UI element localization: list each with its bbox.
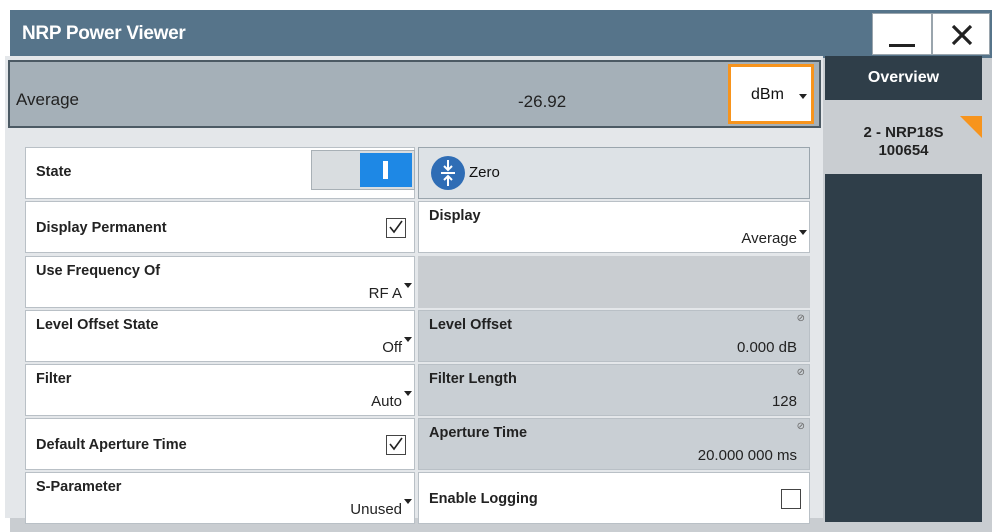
tab-overview[interactable]: Overview — [825, 56, 982, 100]
sidebar-divider — [825, 100, 982, 116]
level-offset-state-value: Off — [382, 339, 402, 356]
enable-logging-label: Enable Logging — [429, 491, 538, 507]
enable-logging-checkbox[interactable] — [781, 489, 801, 509]
unit-value: dBm — [751, 86, 784, 103]
chevron-down-icon — [404, 337, 412, 342]
state-row: State — [25, 147, 415, 199]
s-parameter-label: S-Parameter — [36, 479, 122, 495]
close-icon — [951, 24, 973, 46]
chevron-down-icon — [404, 499, 412, 504]
level-offset-label: Level Offset — [429, 317, 512, 333]
zero-icon — [431, 156, 465, 190]
level-offset-field: Level Offset ⊘ 0.000 dB — [418, 310, 810, 362]
state-label: State — [36, 164, 72, 180]
window-title: NRP Power Viewer — [22, 23, 186, 44]
measurement-value: -26.92 — [518, 92, 567, 111]
aperture-time-label: Aperture Time — [429, 425, 528, 441]
display-label: Display — [429, 208, 481, 224]
sensor-tab-serial: 100654 — [878, 142, 929, 159]
aperture-time-value: 20.000 000 ms — [697, 447, 797, 464]
chevron-down-icon — [404, 283, 412, 288]
empty-area — [418, 256, 810, 308]
toggle-on-icon — [383, 161, 388, 179]
display-permanent-row[interactable]: Display Permanent — [25, 201, 415, 253]
chevron-down-icon — [799, 230, 807, 235]
check-icon — [389, 437, 403, 451]
filter-dropdown[interactable]: Filter Auto — [25, 364, 415, 416]
state-toggle[interactable] — [311, 150, 415, 190]
read-only-icon: ⊘ — [796, 367, 805, 378]
zero-button[interactable]: Zero — [418, 147, 810, 199]
unit-dropdown[interactable]: dBm — [728, 64, 814, 124]
chevron-down-icon — [799, 94, 807, 99]
level-offset-state-label: Level Offset State — [36, 317, 159, 333]
display-permanent-checkbox[interactable] — [386, 218, 406, 238]
filter-length-field: Filter Length ⊘ 128 — [418, 364, 810, 416]
minimize-icon — [889, 44, 915, 47]
enable-logging-row[interactable]: Enable Logging — [418, 472, 810, 524]
sidebar: Overview 2 - NRP18S 100654 — [825, 56, 982, 522]
use-frequency-of-value: RF A — [368, 285, 402, 302]
measurement-label: Average — [16, 90, 80, 109]
sensor-tab-name: 2 - NRP18S — [863, 124, 944, 141]
default-aperture-time-label: Default Aperture Time — [36, 437, 187, 453]
tab-sensor[interactable]: 2 - NRP18S 100654 — [825, 116, 982, 174]
aperture-time-field: Aperture Time ⊘ 20.000 000 ms — [418, 418, 810, 470]
zero-label: Zero — [469, 164, 500, 181]
s-parameter-value: Unused — [350, 501, 402, 518]
level-offset-state-dropdown[interactable]: Level Offset State Off — [25, 310, 415, 362]
toggle-knob — [360, 153, 412, 187]
display-dropdown[interactable]: Display Average — [418, 201, 810, 253]
default-aperture-time-row[interactable]: Default Aperture Time — [25, 418, 415, 470]
use-frequency-of-dropdown[interactable]: Use Frequency Of RF A — [25, 256, 415, 308]
default-aperture-time-checkbox[interactable] — [386, 435, 406, 455]
s-parameter-dropdown[interactable]: S-Parameter Unused — [25, 472, 415, 524]
read-only-icon: ⊘ — [796, 421, 805, 432]
use-frequency-of-label: Use Frequency Of — [36, 263, 161, 279]
read-only-icon: ⊘ — [796, 313, 805, 324]
title-bar: NRP Power Viewer — [10, 10, 992, 58]
display-permanent-label: Display Permanent — [36, 220, 167, 236]
filter-label: Filter — [36, 371, 72, 387]
close-button[interactable] — [932, 13, 990, 55]
measurement-display: Average -26.92 dBm — [8, 60, 821, 128]
selected-marker-icon — [960, 116, 982, 138]
level-offset-value: 0.000 dB — [736, 339, 797, 356]
filter-length-value: 128 — [771, 393, 797, 410]
chevron-down-icon — [404, 391, 412, 396]
minimize-button[interactable] — [872, 13, 932, 55]
check-icon — [389, 220, 403, 234]
filter-value: Auto — [371, 393, 402, 410]
display-value: Average — [741, 230, 797, 247]
filter-length-label: Filter Length — [429, 371, 517, 387]
